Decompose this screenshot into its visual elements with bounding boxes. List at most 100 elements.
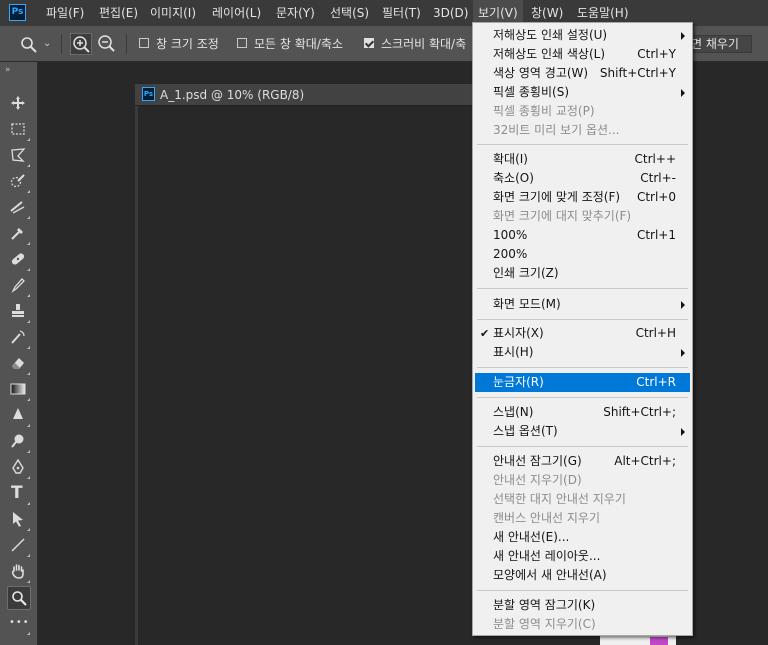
- pen-icon: [12, 459, 24, 474]
- menu-item-new-guide[interactable]: 새 안내선(E)...: [475, 528, 690, 547]
- eraser-tool[interactable]: [7, 352, 31, 376]
- psd-file-icon: Ps: [142, 87, 155, 101]
- document-title: A_1.psd @ 10% (RGB/8): [160, 88, 305, 102]
- menu-item-new-guides-from-shape[interactable]: 모양에서 새 안내선(A): [475, 566, 690, 585]
- zoom-in-icon: [73, 36, 90, 53]
- menu-item-new-guide-layout[interactable]: 새 안내선 레이아웃...: [475, 547, 690, 566]
- gradient-icon: [10, 383, 26, 395]
- history-brush-tool[interactable]: [7, 326, 31, 350]
- blur-tool[interactable]: [7, 404, 31, 428]
- menu-filter[interactable]: 필터(T): [382, 0, 421, 26]
- type-tool[interactable]: T: [7, 482, 31, 506]
- menu-file[interactable]: 파일(F): [46, 0, 84, 26]
- photoshop-logo-icon: Ps: [9, 4, 26, 21]
- menu-item-show[interactable]: 표시(H): [475, 343, 690, 362]
- menu-item-screen-mode[interactable]: 화면 모드(M): [475, 295, 690, 314]
- menu-separator: [477, 288, 688, 289]
- menu-item-proof-colors[interactable]: 저해상도 인쇄 색상(L) Ctrl+Y: [475, 45, 690, 64]
- gradient-tool[interactable]: [7, 378, 31, 402]
- menu-type[interactable]: 문자(Y): [276, 0, 315, 26]
- menu-item-100-percent[interactable]: 100% Ctrl+1: [475, 226, 690, 245]
- zoom-all-windows-label: 모든 창 확대/축소: [254, 37, 343, 51]
- zoom-out-icon: [98, 35, 115, 52]
- zoom-out-button[interactable]: [96, 33, 118, 55]
- menu-layer[interactable]: 레이어(L): [212, 0, 261, 26]
- menu-item-200-percent[interactable]: 200%: [475, 245, 690, 264]
- submenu-arrow-icon: [681, 89, 685, 97]
- document-border: [135, 106, 138, 645]
- rectangular-marquee-tool[interactable]: [7, 118, 31, 142]
- menu-item-print-size[interactable]: 인쇄 크기(Z): [475, 264, 690, 283]
- submenu-arrow-icon: [681, 428, 685, 436]
- menu-select[interactable]: 선택(S): [330, 0, 369, 26]
- zoom-preset-icon[interactable]: [20, 36, 38, 54]
- menu-item-fit-on-screen[interactable]: 화면 크기에 맞게 조정(F) Ctrl+0: [475, 188, 690, 207]
- fill-screen-button[interactable]: 면 채우기: [688, 35, 752, 53]
- line-icon: [11, 538, 25, 552]
- marquee-icon: [11, 123, 25, 135]
- menu-separator: [477, 319, 688, 320]
- type-icon: T: [11, 483, 23, 503]
- menu-separator: [477, 144, 688, 145]
- quick-selection-icon: [10, 174, 25, 188]
- path-selection-tool[interactable]: [7, 508, 31, 532]
- lasso-tool[interactable]: [7, 144, 31, 168]
- brush-icon: [11, 278, 25, 293]
- menu-item-proof-setup[interactable]: 저해상도 인쇄 설정(U): [475, 26, 690, 45]
- quick-selection-tool[interactable]: [7, 170, 31, 194]
- lasso-icon: [11, 148, 26, 162]
- menu-item-lock-slices[interactable]: 분할 영역 잠그기(K): [475, 596, 690, 615]
- dodge-icon: [11, 434, 24, 448]
- menu-separator: [477, 367, 688, 368]
- menu-item-clear-slices: 분할 영역 지우기(C): [493, 617, 596, 631]
- menu-item-gamut-warning[interactable]: 색상 영역 경고(W) Shift+Ctrl+Y: [475, 64, 690, 83]
- move-icon: [11, 96, 25, 110]
- zoom-tool[interactable]: [7, 586, 31, 610]
- more-tools[interactable]: •••: [7, 612, 31, 636]
- menu-edit[interactable]: 편집(E): [99, 0, 138, 26]
- scrubby-zoom-label: 스크러비 확대/축: [381, 37, 467, 51]
- scrubby-zoom-checkbox[interactable]: [364, 38, 374, 48]
- submenu-arrow-icon: [681, 349, 685, 357]
- dodge-tool[interactable]: [7, 430, 31, 454]
- submenu-arrow-icon: [681, 301, 685, 309]
- zoom-in-button[interactable]: [70, 33, 92, 55]
- stamp-icon: [12, 304, 24, 317]
- menu-item-fit-artboard: 화면 크기에 대지 맞추기(F): [493, 209, 632, 223]
- canvas-image-detail: [650, 637, 668, 645]
- collapse-toolbar-icon[interactable]: »: [5, 65, 11, 75]
- document-tab[interactable]: Ps A_1.psd @ 10% (RGB/8): [135, 84, 475, 106]
- brush-tool[interactable]: [7, 274, 31, 298]
- checkmark-icon: ✔: [480, 327, 490, 340]
- line-tool[interactable]: [7, 534, 31, 558]
- menu-item-snap-to[interactable]: 스냅 옵션(T): [475, 422, 690, 441]
- menu-item-rulers[interactable]: 눈금자(R) Ctrl+R: [475, 373, 690, 392]
- menu-item-32bit-preview-options: 32비트 미리 보기 옵션...: [493, 123, 620, 137]
- document-canvas-area[interactable]: [135, 84, 475, 645]
- menu-3d[interactable]: 3D(D): [433, 0, 468, 26]
- clone-stamp-tool[interactable]: [7, 300, 31, 324]
- healing-brush-tool[interactable]: [7, 248, 31, 272]
- menu-item-clear-guides: 안내선 지우기(D): [493, 473, 582, 487]
- menu-separator: [477, 590, 688, 591]
- hand-tool[interactable]: [7, 560, 31, 584]
- menu-item-zoom-out[interactable]: 축소(O) Ctrl+-: [475, 169, 690, 188]
- menu-image[interactable]: 이미지(I): [150, 0, 196, 26]
- menu-item-extras[interactable]: ✔ 표시자(X) Ctrl+H: [475, 324, 690, 343]
- menu-item-lock-guides[interactable]: 안내선 잠그기(G) Alt+Ctrl+;: [475, 452, 690, 471]
- chevron-down-icon[interactable]: ⌄: [43, 26, 51, 62]
- menu-item-zoom-in[interactable]: 확대(I) Ctrl++: [475, 150, 690, 169]
- move-tool[interactable]: [7, 92, 31, 116]
- crop-tool[interactable]: [7, 196, 31, 220]
- eraser-icon: [12, 358, 24, 369]
- menu-item-snap[interactable]: 스냅(N) Shift+Ctrl+;: [475, 403, 690, 422]
- eyedropper-tool[interactable]: [7, 222, 31, 246]
- resize-windows-checkbox[interactable]: [139, 38, 149, 48]
- view-menu-dropdown: 저해상도 인쇄 설정(U) 저해상도 인쇄 색상(L) Ctrl+Y 색상 영역 …: [472, 22, 693, 636]
- menu-item-clear-canvas-guides: 캔버스 안내선 지우기: [493, 511, 600, 525]
- blur-drop-icon: [13, 408, 23, 419]
- pen-tool[interactable]: [7, 456, 31, 480]
- zoom-all-windows-checkbox[interactable]: [237, 38, 247, 48]
- menu-item-pixel-aspect-ratio[interactable]: 픽셀 종횡비(S): [475, 83, 690, 102]
- resize-windows-label: 창 크기 조정: [156, 37, 219, 51]
